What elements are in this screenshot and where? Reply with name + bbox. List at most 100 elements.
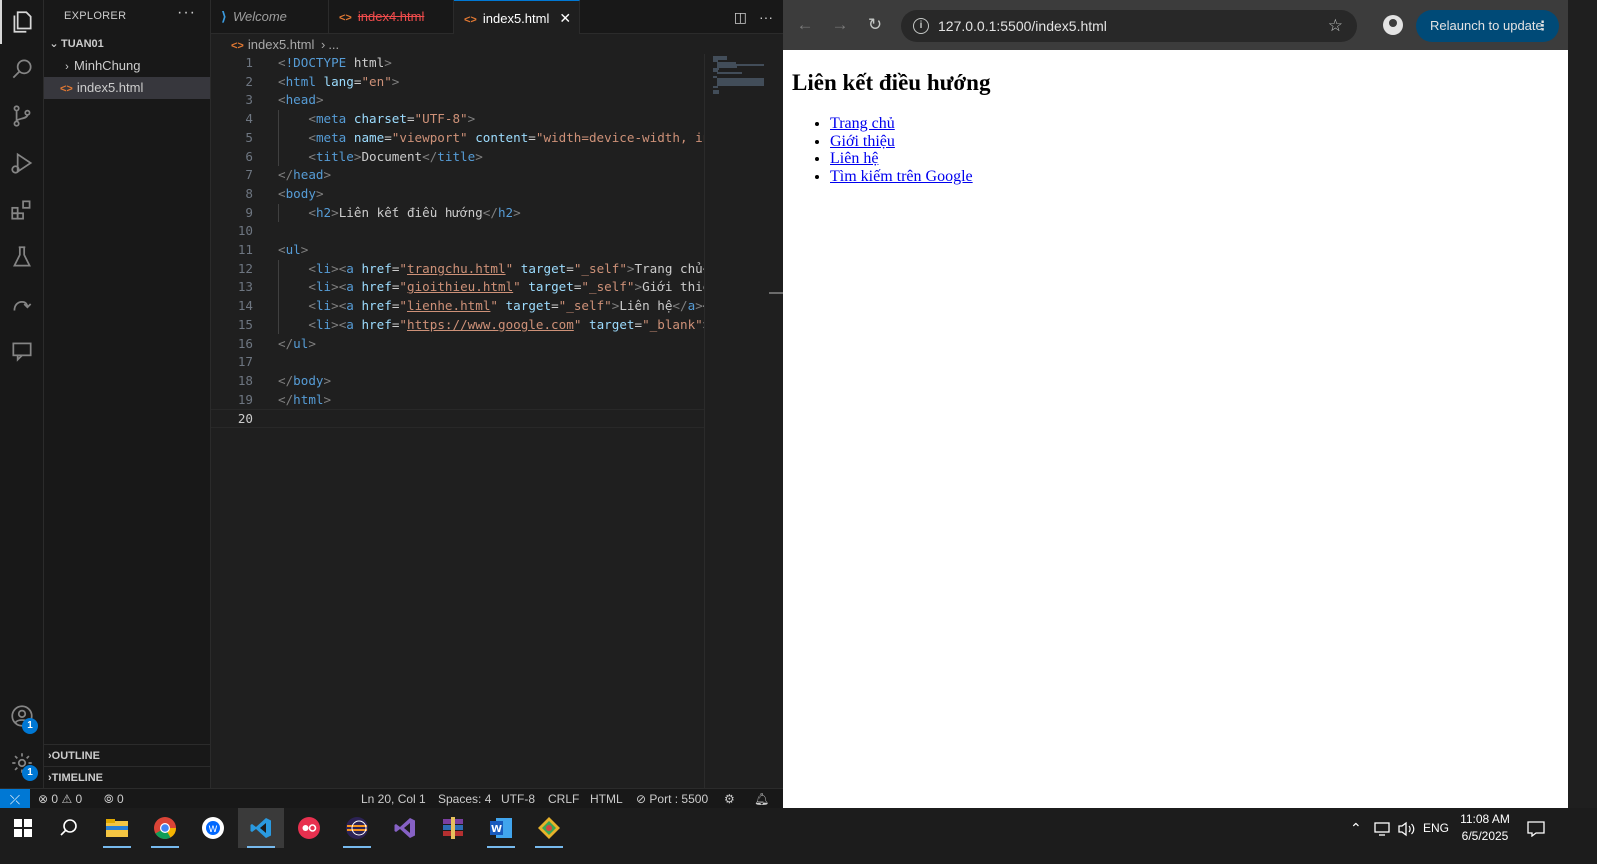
explorer-icon[interactable]: [0, 0, 44, 44]
reload-icon[interactable]: ↻: [863, 13, 887, 37]
system-clock[interactable]: 11:08 AM 6/5/2025: [1453, 811, 1517, 845]
scrollbar-marker[interactable]: [769, 292, 783, 294]
problems-status[interactable]: ⊗ 0 ⚠ 0: [38, 789, 82, 810]
bookmark-star-icon[interactable]: ☆: [1328, 10, 1343, 42]
code-line[interactable]: 14 <li><a href="lienhe.html" target="_se…: [211, 297, 704, 316]
code-text[interactable]: <meta charset="UTF-8">: [278, 110, 704, 129]
windows-start-icon[interactable]: [0, 808, 46, 848]
relaunch-button[interactable]: Relaunch to update ⋮: [1416, 10, 1559, 42]
code-line[interactable]: 15 <li><a href="https://www.google.com" …: [211, 316, 704, 335]
code-line[interactable]: 13 <li><a href="gioithieu.html" target="…: [211, 278, 704, 297]
link-lien-he[interactable]: Liên hệ: [830, 150, 878, 167]
link-google[interactable]: Tìm kiếm trên Google: [830, 168, 973, 185]
breadcrumb[interactable]: <> index5.html ›...: [211, 34, 783, 56]
code-text[interactable]: <li><a href="trangchu.html" target="_sel…: [278, 260, 704, 279]
visual-studio-icon[interactable]: [382, 808, 428, 848]
chat-icon[interactable]: [0, 329, 44, 373]
remote-explorer-icon[interactable]: [0, 282, 44, 326]
language-mode[interactable]: HTML: [590, 789, 623, 810]
input-language[interactable]: ENG: [1423, 808, 1449, 848]
code-text[interactable]: <li><a href="https://www.google.com" tar…: [278, 316, 704, 335]
cursor-position[interactable]: Ln 20, Col 1: [361, 789, 426, 810]
code-text[interactable]: <li><a href="gioithieu.html" target="_se…: [278, 278, 704, 297]
vscode-taskbar-icon[interactable]: [238, 808, 284, 848]
explorer-more-actions-icon[interactable]: ···: [177, 4, 196, 22]
indentation[interactable]: Spaces: 4: [438, 789, 491, 810]
eclipse-icon[interactable]: [334, 808, 380, 848]
code-text[interactable]: </ul>: [278, 335, 704, 354]
site-info-icon[interactable]: i: [913, 18, 929, 34]
link-gioi-thieu[interactable]: Giới thiệu: [830, 133, 895, 150]
timeline-section[interactable]: ›TIMELINE: [44, 766, 210, 788]
extensions-icon[interactable]: [0, 188, 44, 232]
code-line[interactable]: 8 <body>: [211, 185, 704, 204]
code-text[interactable]: <html lang="en">: [278, 73, 704, 92]
forward-arrow-icon[interactable]: →: [828, 13, 852, 37]
encoding[interactable]: UTF-8: [501, 789, 535, 810]
code-line[interactable]: 20: [211, 409, 704, 428]
code-line[interactable]: 19 </html>: [211, 391, 704, 410]
flickr-like-app-icon[interactable]: [286, 808, 332, 848]
tree-item-minhchung[interactable]: › MinhChung: [44, 55, 210, 77]
chrome-icon[interactable]: [142, 808, 188, 848]
code-text[interactable]: <!DOCTYPE html>: [278, 54, 704, 73]
network-icon[interactable]: [1374, 808, 1392, 848]
volume-icon[interactable]: [1397, 808, 1415, 848]
word-icon[interactable]: W: [478, 808, 524, 848]
code-line[interactable]: 10: [211, 222, 704, 241]
live-server-status[interactable]: ⊘ Port : 5500: [636, 789, 708, 810]
code-text[interactable]: <body>: [278, 185, 704, 204]
line-endings[interactable]: CRLF: [548, 789, 579, 810]
code-line[interactable]: 18 </body>: [211, 372, 704, 391]
kebab-menu-icon[interactable]: ⋮: [1536, 10, 1549, 42]
taskbar-search-icon[interactable]: [46, 808, 92, 848]
code-line[interactable]: 7 </head>: [211, 166, 704, 185]
code-text[interactable]: <meta name="viewport" content="width=dev…: [278, 129, 704, 148]
account-icon[interactable]: 1: [0, 694, 44, 738]
code-line[interactable]: 6 <title>Document</title>: [211, 148, 704, 167]
source-control-icon[interactable]: [0, 94, 44, 138]
code-text[interactable]: </html>: [278, 391, 704, 410]
code-line[interactable]: 12 <li><a href="trangchu.html" target="_…: [211, 260, 704, 279]
tab-index5[interactable]: <> index5.html ✕: [454, 0, 580, 34]
code-text[interactable]: </head>: [278, 166, 704, 185]
profile-avatar-icon[interactable]: [1383, 15, 1403, 35]
code-line[interactable]: 4 <meta charset="UTF-8">: [211, 110, 704, 129]
close-tab-icon[interactable]: ✕: [559, 10, 571, 26]
ports-status[interactable]: ⦾ 0: [104, 789, 124, 810]
code-text[interactable]: <title>Document</title>: [278, 148, 704, 167]
tree-item-index5[interactable]: <> index5.html: [44, 77, 210, 99]
outline-section[interactable]: ›OUTLINE: [44, 744, 210, 766]
puzzle-app-icon[interactable]: [526, 808, 572, 848]
testing-icon[interactable]: [0, 235, 44, 279]
copilot-icon[interactable]: ⚙: [724, 789, 735, 810]
run-debug-icon[interactable]: [0, 141, 44, 185]
code-line[interactable]: 5 <meta name="viewport" content="width=d…: [211, 129, 704, 148]
code-line[interactable]: 16 </ul>: [211, 335, 704, 354]
code-text[interactable]: <ul>: [278, 241, 704, 260]
code-text[interactable]: <head>: [278, 91, 704, 110]
code-line[interactable]: 9 <h2>Liên kết điều hướng</h2>: [211, 204, 704, 223]
winrar-icon[interactable]: [430, 808, 476, 848]
code-editor[interactable]: 1 <!DOCTYPE html> 2 <html lang="en"> 3 <head>…: [211, 54, 704, 796]
code-line[interactable]: 3 <head>: [211, 91, 704, 110]
code-line[interactable]: 17: [211, 353, 704, 372]
code-text[interactable]: <li><a href="lienhe.html" target="_self"…: [278, 297, 704, 316]
show-hidden-icons-chevron-icon[interactable]: ⌃: [1350, 808, 1362, 848]
code-line[interactable]: 11 <ul>: [211, 241, 704, 260]
workspace-folder[interactable]: ⌄ TUAN01: [44, 33, 210, 55]
code-text[interactable]: <h2>Liên kết điều hướng</h2>: [278, 204, 704, 223]
file-explorer-icon[interactable]: [94, 808, 140, 848]
settings-gear-icon[interactable]: 1: [0, 741, 44, 785]
code-text[interactable]: </body>: [278, 372, 704, 391]
notification-center-icon[interactable]: [1527, 808, 1545, 848]
url-text[interactable]: 127.0.0.1:5500/index5.html: [938, 10, 1107, 42]
address-bar[interactable]: i 127.0.0.1:5500/index5.html ☆: [901, 10, 1357, 42]
tab-index4[interactable]: <> index4.html: [329, 0, 454, 34]
minimap[interactable]: [704, 54, 782, 796]
notifications-bell-icon[interactable]: 🔔︎: [754, 789, 769, 810]
search-icon[interactable]: [0, 47, 44, 91]
split-editor-icon[interactable]: ◫: [734, 9, 747, 25]
back-arrow-icon[interactable]: ←: [793, 13, 817, 37]
tab-welcome[interactable]: ⟩ Welcome: [211, 0, 329, 34]
